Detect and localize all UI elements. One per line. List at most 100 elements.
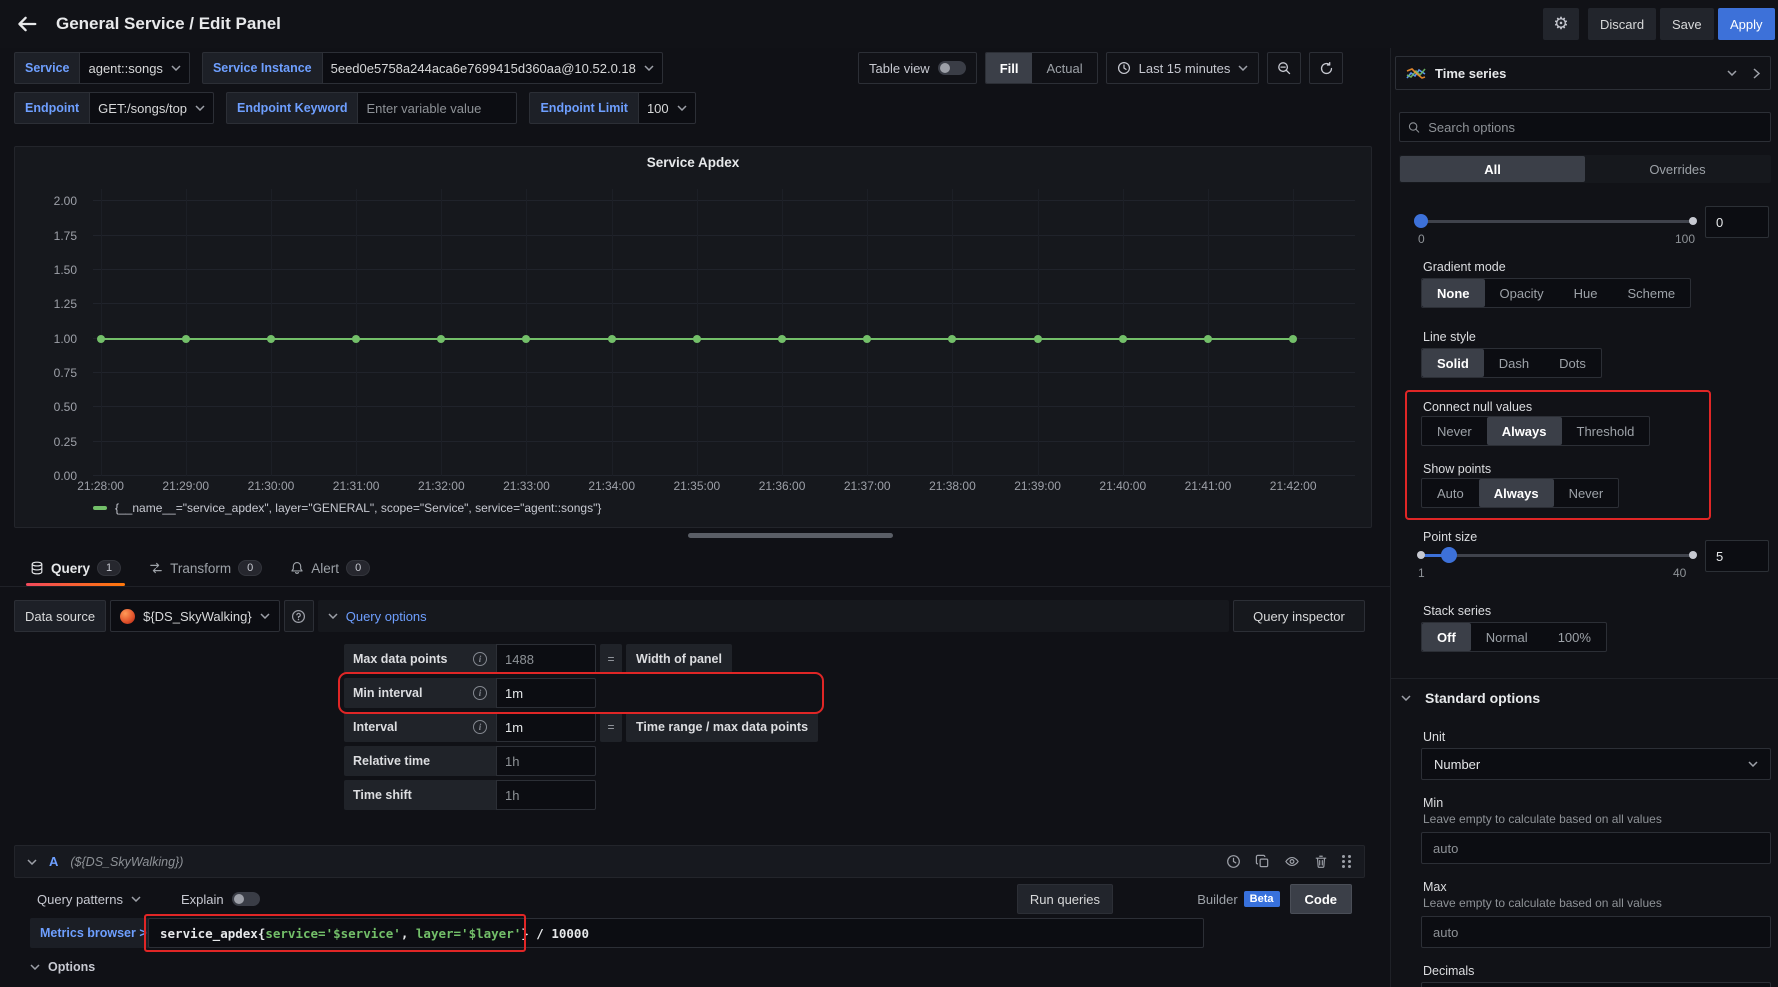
option-solid[interactable]: Solid: [1422, 349, 1484, 377]
bell-icon: [290, 561, 304, 575]
legend-item[interactable]: {__name__="service_apdex", layer="GENERA…: [93, 501, 601, 515]
option-normal[interactable]: Normal: [1471, 623, 1543, 651]
query-option-label: Min intervali: [344, 678, 496, 708]
data-point: [608, 335, 616, 343]
point-size-slider-handle[interactable]: [1441, 547, 1457, 563]
builder-option[interactable]: Builder Beta: [1187, 891, 1289, 907]
discard-button[interactable]: Discard: [1588, 8, 1656, 40]
tab-alert-count: 0: [346, 560, 370, 576]
service-instance-variable-dropdown[interactable]: 5eed0e5758a244aca6e7699415d360aa@10.52.0…: [322, 52, 663, 84]
info-icon: i: [473, 652, 487, 666]
gridline-vertical: [1293, 189, 1294, 476]
query-option-input[interactable]: 1h: [496, 746, 596, 776]
hide-query-eye-icon[interactable]: [1284, 854, 1300, 869]
apply-button[interactable]: Apply: [1718, 8, 1775, 40]
duplicate-query-icon[interactable]: [1255, 854, 1270, 869]
point-size-value-input[interactable]: 5: [1705, 540, 1769, 572]
back-arrow-icon[interactable]: [16, 13, 40, 37]
time-range-picker[interactable]: Last 15 minutes: [1106, 52, 1260, 84]
run-queries-button[interactable]: Run queries: [1017, 884, 1113, 914]
tab-transform[interactable]: Transform 0: [149, 550, 262, 586]
option-hue[interactable]: Hue: [1559, 279, 1613, 307]
gridline-horizontal: [93, 200, 1355, 201]
option-threshold[interactable]: Threshold: [1562, 417, 1650, 445]
refresh-button[interactable]: [1309, 52, 1343, 84]
visualization-picker[interactable]: Time series: [1395, 56, 1771, 90]
metrics-browser-button[interactable]: Metrics browser >: [30, 918, 157, 948]
equals-chip: =: [600, 644, 622, 674]
refresh-icon: [1319, 61, 1334, 76]
top-header: General Service / Edit Panel ⚙ Discard S…: [0, 0, 1778, 48]
fill-actual-toggle: Fill Actual: [985, 52, 1098, 84]
option-dots[interactable]: Dots: [1544, 349, 1601, 377]
save-button[interactable]: Save: [1660, 8, 1714, 40]
beta-badge: Beta: [1244, 891, 1280, 907]
tab-all[interactable]: All: [1400, 156, 1585, 182]
transform-icon: [149, 561, 163, 575]
explain-toggle[interactable]: [232, 892, 260, 906]
unit-select[interactable]: Number: [1421, 748, 1771, 780]
actual-option[interactable]: Actual: [1032, 53, 1096, 83]
query-patterns-dropdown[interactable]: Query patterns: [37, 892, 141, 907]
collapse-sidebar-arrow-icon[interactable]: [1753, 68, 1760, 79]
option-never[interactable]: Never: [1554, 479, 1619, 507]
datasource-help-button[interactable]: [284, 600, 314, 632]
endpoint-keyword-input[interactable]: [357, 92, 517, 124]
expr-token: service_apdex{: [160, 926, 265, 941]
drag-handle-icon[interactable]: [1342, 855, 1352, 869]
fill-opacity-slider-handle[interactable]: [1414, 214, 1428, 228]
options-search-input[interactable]: [1428, 120, 1762, 135]
endpoint-variable-dropdown[interactable]: GET:/songs/top: [89, 92, 214, 124]
panel-settings-gear-icon[interactable]: ⚙: [1543, 8, 1579, 40]
unit-label: Unit: [1423, 730, 1445, 744]
query-option-input[interactable]: 1m: [496, 678, 596, 708]
min-input[interactable]: [1421, 832, 1771, 864]
query-inspector-button[interactable]: Query inspector: [1233, 600, 1365, 632]
fill-opacity-slider-track[interactable]: [1421, 220, 1693, 223]
query-option-input[interactable]: 1488: [496, 644, 596, 674]
option-off[interactable]: Off: [1422, 623, 1471, 651]
fill-option[interactable]: Fill: [986, 53, 1033, 83]
plot-area[interactable]: [93, 189, 1355, 476]
tab-alert[interactable]: Alert 0: [290, 550, 370, 586]
gridline-vertical: [1208, 189, 1209, 476]
chevron-down-icon: [27, 859, 37, 865]
option-none[interactable]: None: [1422, 279, 1485, 307]
options-search-box[interactable]: [1399, 112, 1771, 142]
query-options-collapse[interactable]: Options: [30, 960, 95, 974]
datasource-picker[interactable]: ${DS_SkyWalking}: [110, 600, 280, 632]
query-history-icon[interactable]: [1226, 854, 1241, 869]
option-opacity[interactable]: Opacity: [1485, 279, 1559, 307]
query-option-input[interactable]: 1m: [496, 712, 596, 742]
query-option-row: Time shift1h: [344, 780, 818, 810]
remove-query-trash-icon[interactable]: [1314, 854, 1328, 869]
code-option[interactable]: Code: [1290, 884, 1353, 914]
zoom-out-button[interactable]: [1267, 52, 1301, 84]
query-options-header[interactable]: Query options: [318, 600, 1229, 632]
query-a-header[interactable]: A (${DS_SkyWalking}): [14, 845, 1365, 878]
decimals-input[interactable]: [1421, 982, 1771, 987]
expr-token: service='$service': [265, 926, 400, 941]
standard-options-section-header[interactable]: Standard options: [1401, 690, 1540, 706]
option-dash[interactable]: Dash: [1484, 349, 1544, 377]
option-always[interactable]: Always: [1479, 479, 1554, 507]
option-auto[interactable]: Auto: [1422, 479, 1479, 507]
option-never[interactable]: Never: [1422, 417, 1487, 445]
option-100-[interactable]: 100%: [1543, 623, 1606, 651]
table-view-toggle[interactable]: [938, 61, 966, 75]
query-patterns-label: Query patterns: [37, 892, 123, 907]
gridline-vertical: [612, 189, 613, 476]
option-scheme[interactable]: Scheme: [1612, 279, 1690, 307]
point-size-slider-track[interactable]: [1421, 554, 1693, 557]
endpoint-limit-dropdown[interactable]: 100: [638, 92, 696, 124]
query-option-input[interactable]: 1h: [496, 780, 596, 810]
tab-query[interactable]: Query 1: [30, 550, 121, 586]
max-input[interactable]: [1421, 916, 1771, 948]
horizontal-scrollbar-thumb[interactable]: [688, 533, 893, 538]
fill-opacity-value-input[interactable]: 0: [1705, 206, 1769, 238]
tab-overrides[interactable]: Overrides: [1585, 156, 1770, 182]
service-variable-dropdown[interactable]: agent::songs: [79, 52, 189, 84]
x-axis-tick-label: 21:38:00: [929, 479, 976, 493]
option-always[interactable]: Always: [1487, 417, 1562, 445]
x-axis-tick-label: 21:34:00: [588, 479, 635, 493]
